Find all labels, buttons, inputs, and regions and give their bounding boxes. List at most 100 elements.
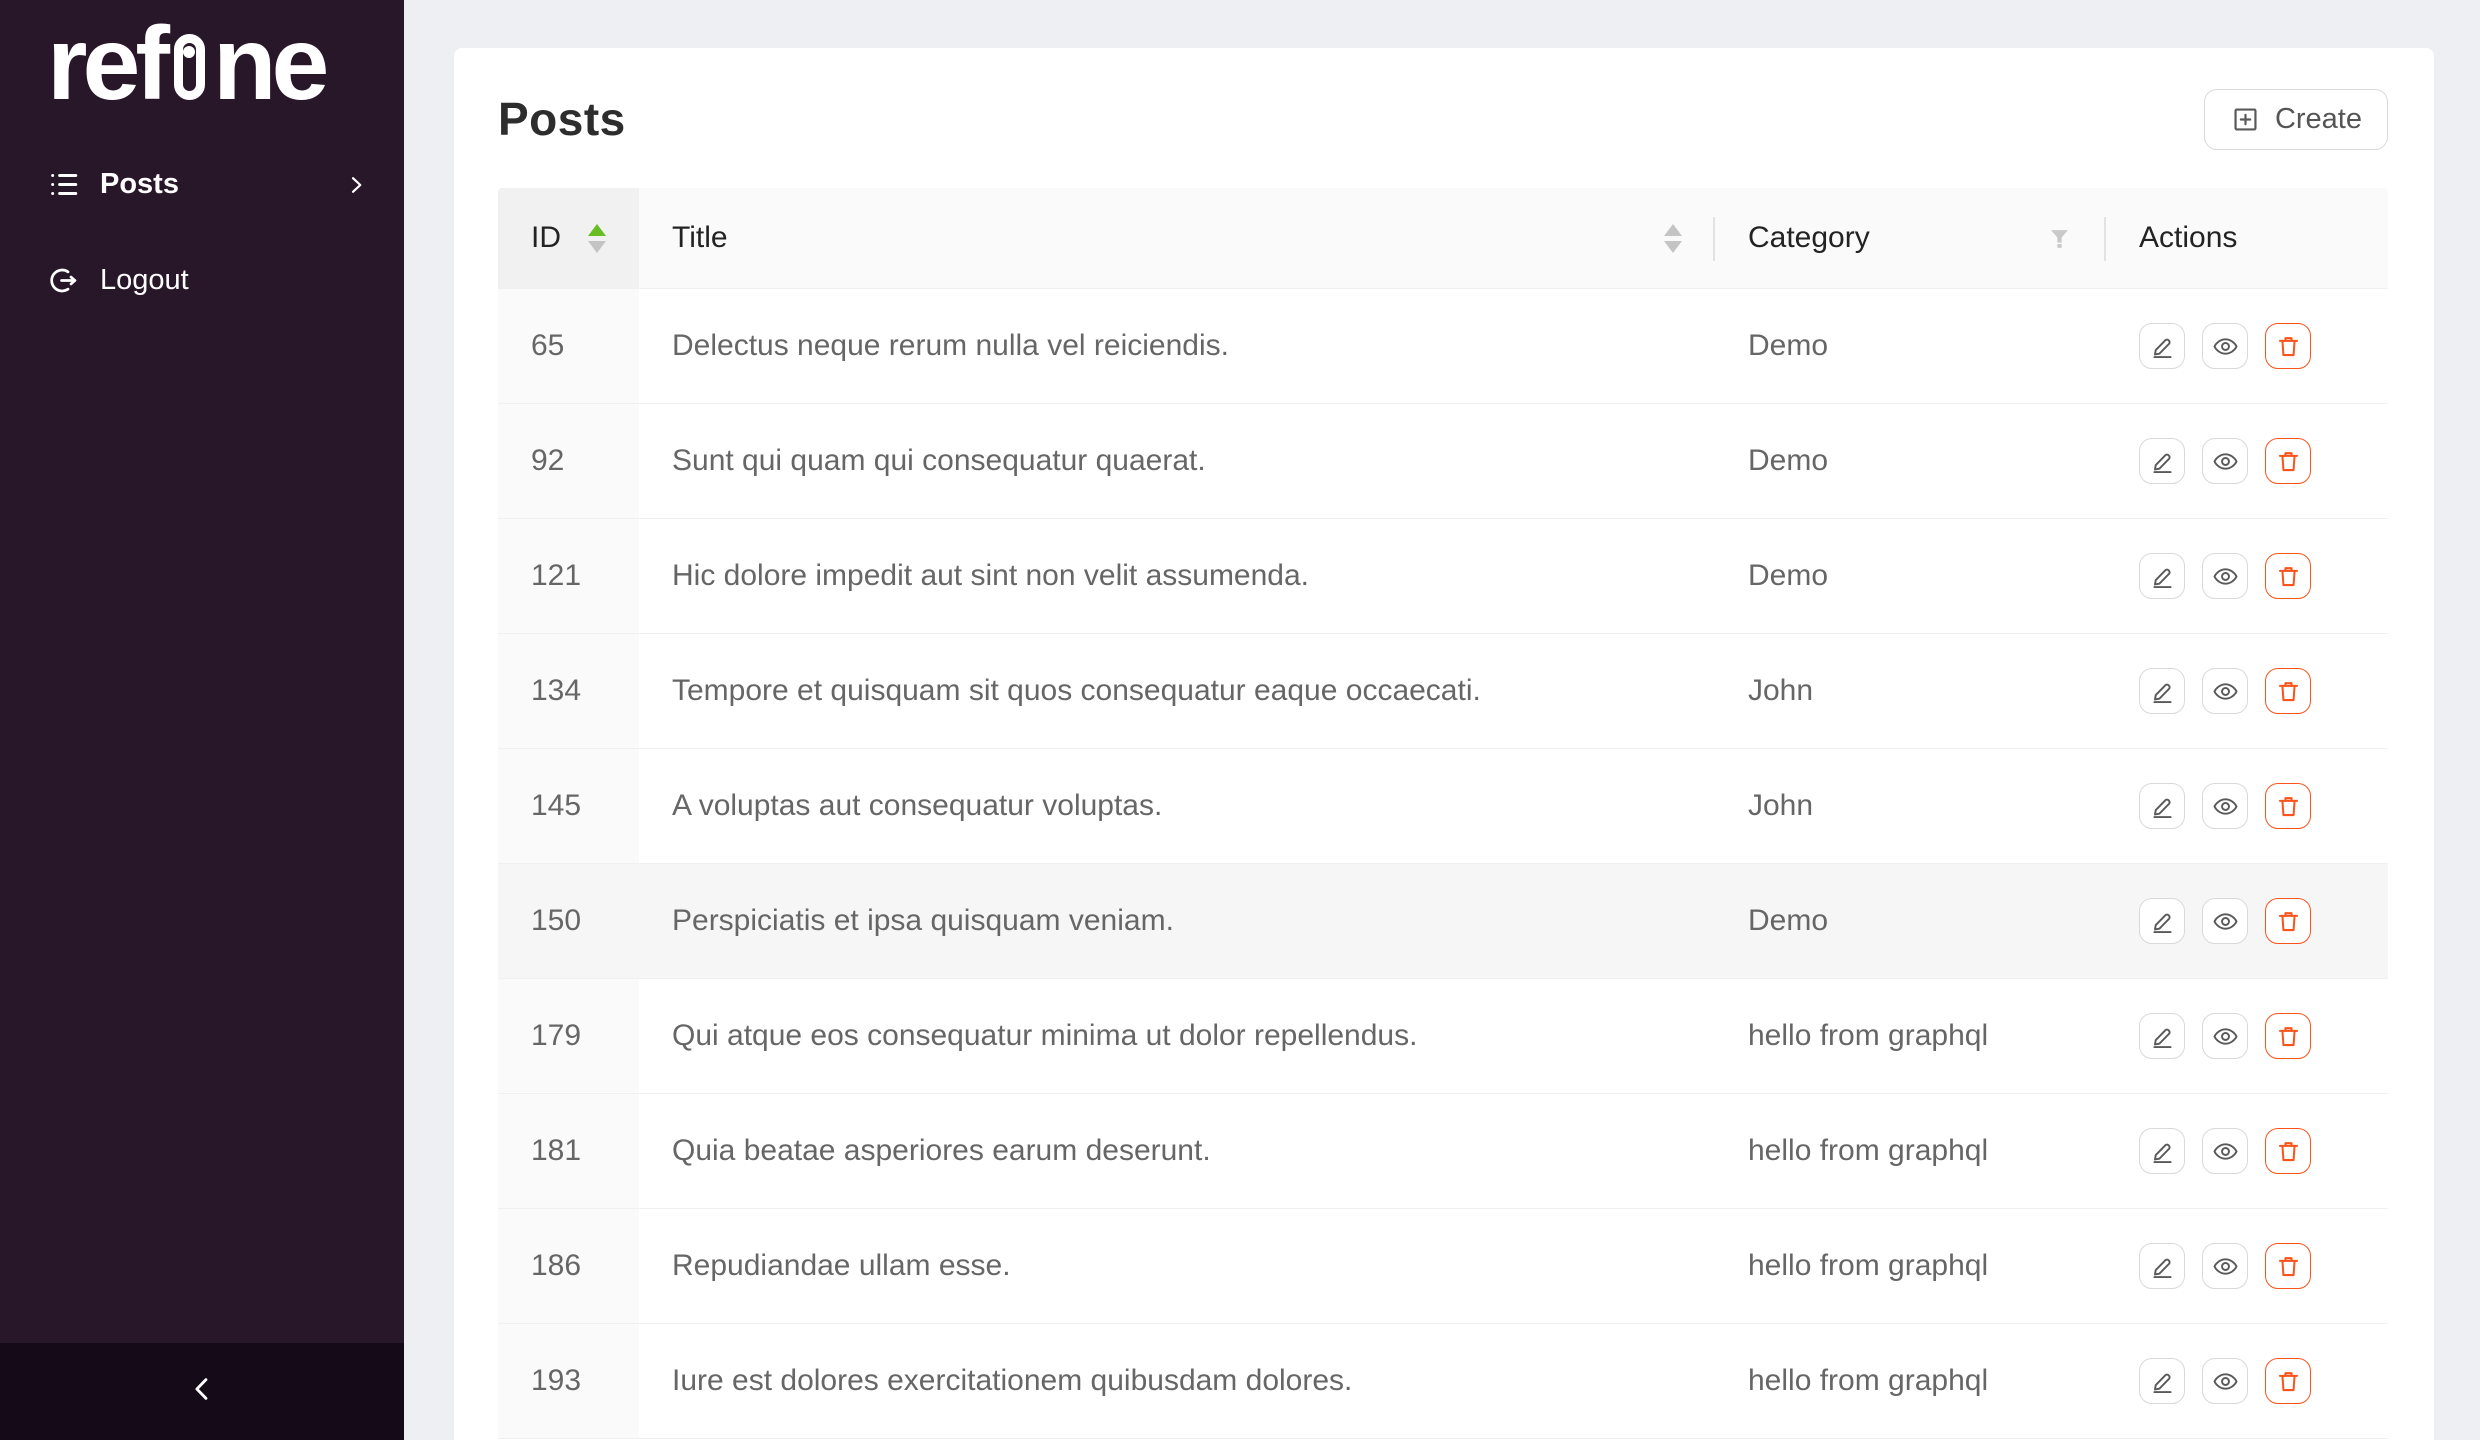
cell-category: hello from graphql xyxy=(1748,1134,1989,1167)
edit-button[interactable] xyxy=(2139,1128,2185,1174)
trash-icon xyxy=(2275,678,2302,705)
sidebar-item-logout[interactable]: Logout xyxy=(0,240,404,320)
edit-pencil-icon xyxy=(2149,908,2176,935)
cell-category: hello from graphql xyxy=(1748,1364,1989,1397)
edit-pencil-icon xyxy=(2149,1138,2176,1165)
edit-button[interactable] xyxy=(2139,1358,2185,1404)
main-content: Posts Create ID Title Category Actions 6… xyxy=(404,0,2480,1440)
cell-title: Tempore et quisquam sit quos consequatur… xyxy=(672,674,1481,707)
column-header-title[interactable]: Title xyxy=(639,188,1715,288)
edit-pencil-icon xyxy=(2149,1023,2176,1050)
trash-icon xyxy=(2275,1368,2302,1395)
table-row[interactable]: 179 Qui atque eos consequatur minima ut … xyxy=(498,979,2388,1094)
cell-title: Delectus neque rerum nulla vel reiciendi… xyxy=(672,329,1229,362)
column-header-id[interactable]: ID xyxy=(498,188,639,288)
table-row[interactable]: 92 Sunt qui quam qui consequatur quaerat… xyxy=(498,404,2388,519)
cell-title: Perspiciatis et ipsa quisquam veniam. xyxy=(639,864,1715,978)
delete-button[interactable] xyxy=(2265,1128,2311,1174)
delete-button[interactable] xyxy=(2265,668,2311,714)
cell-id: 181 xyxy=(498,1094,639,1208)
show-button[interactable] xyxy=(2202,898,2248,944)
edit-button[interactable] xyxy=(2139,668,2185,714)
cell-id: 150 xyxy=(498,864,639,978)
show-button[interactable] xyxy=(2202,668,2248,714)
table-row[interactable]: 150 Perspiciatis et ipsa quisquam veniam… xyxy=(498,864,2388,979)
cell-actions xyxy=(2106,979,2388,1093)
edit-pencil-icon xyxy=(2149,793,2176,820)
create-button[interactable]: Create xyxy=(2203,88,2388,150)
delete-button[interactable] xyxy=(2265,1013,2311,1059)
table-row[interactable]: 65 Delectus neque rerum nulla vel reicie… xyxy=(498,289,2388,404)
edit-pencil-icon xyxy=(2149,1253,2176,1280)
show-button[interactable] xyxy=(2202,1243,2248,1289)
sidebar-item-label: Posts xyxy=(100,167,179,200)
edit-button[interactable] xyxy=(2139,1243,2185,1289)
cell-actions xyxy=(2106,289,2388,403)
edit-pencil-icon xyxy=(2149,1368,2176,1395)
sidebar-item-posts[interactable]: Posts xyxy=(0,144,404,224)
column-header-actions: Actions xyxy=(2106,188,2388,288)
edit-button[interactable] xyxy=(2139,1013,2185,1059)
delete-button[interactable] xyxy=(2265,323,2311,369)
table-row[interactable]: 186 Repudiandae ullam esse. hello from g… xyxy=(498,1209,2388,1324)
show-button[interactable] xyxy=(2202,553,2248,599)
show-button[interactable] xyxy=(2202,1128,2248,1174)
show-button[interactable] xyxy=(2202,323,2248,369)
cell-title: A voluptas aut consequatur voluptas. xyxy=(672,789,1163,822)
show-button[interactable] xyxy=(2202,438,2248,484)
cell-id: 121 xyxy=(498,519,639,633)
trash-icon xyxy=(2275,333,2302,360)
column-header-category: Category xyxy=(1715,188,2106,288)
delete-button[interactable] xyxy=(2265,783,2311,829)
table-row[interactable]: 121 Hic dolore impedit aut sint non veli… xyxy=(498,519,2388,634)
table-row[interactable]: 181 Quia beatae asperiores earum deserun… xyxy=(498,1094,2388,1209)
table-row[interactable]: 134 Tempore et quisquam sit quos consequ… xyxy=(498,634,2388,749)
cell-actions xyxy=(2106,404,2388,518)
delete-button[interactable] xyxy=(2265,553,2311,599)
delete-button[interactable] xyxy=(2265,898,2311,944)
logout-icon xyxy=(48,265,79,296)
sort-icon xyxy=(588,223,606,253)
table-header-row: ID Title Category Actions xyxy=(498,188,2388,289)
trash-icon xyxy=(2275,908,2302,935)
eye-icon xyxy=(2212,563,2239,590)
eye-icon xyxy=(2212,1368,2239,1395)
trash-icon xyxy=(2275,1023,2302,1050)
cell-id: 145 xyxy=(498,749,639,863)
edit-button[interactable] xyxy=(2139,783,2185,829)
trash-icon xyxy=(2275,1253,2302,1280)
cell-category: Demo xyxy=(1748,444,1829,477)
cell-actions xyxy=(2106,1209,2388,1323)
edit-button[interactable] xyxy=(2139,323,2185,369)
cell-title: Hic dolore impedit aut sint non velit as… xyxy=(672,559,1310,592)
edit-pencil-icon xyxy=(2149,678,2176,705)
logo-text-left: ref xyxy=(47,6,170,122)
delete-button[interactable] xyxy=(2265,438,2311,484)
cell-actions xyxy=(2106,634,2388,748)
filter-icon[interactable] xyxy=(2046,225,2073,252)
chevron-right-icon[interactable] xyxy=(344,172,368,196)
show-button[interactable] xyxy=(2202,1013,2248,1059)
posts-list-card: Posts Create ID Title Category Actions 6… xyxy=(454,48,2434,1440)
sidebar: ref ne Posts Logout xyxy=(0,0,404,1440)
delete-button[interactable] xyxy=(2265,1358,2311,1404)
edit-button[interactable] xyxy=(2139,553,2185,599)
cell-title: Repudiandae ullam esse. xyxy=(672,1249,1011,1282)
cell-id: 92 xyxy=(498,404,639,518)
cell-category: John xyxy=(1748,674,1814,707)
delete-button[interactable] xyxy=(2265,1243,2311,1289)
cell-category: Demo xyxy=(1748,329,1829,362)
show-button[interactable] xyxy=(2202,783,2248,829)
eye-icon xyxy=(2212,908,2239,935)
edit-button[interactable] xyxy=(2139,438,2185,484)
edit-pencil-icon xyxy=(2149,563,2176,590)
logo-i-pill xyxy=(173,34,205,100)
show-button[interactable] xyxy=(2202,1358,2248,1404)
edit-button[interactable] xyxy=(2139,898,2185,944)
page-header: Posts Create xyxy=(498,88,2388,150)
eye-icon xyxy=(2212,1138,2239,1165)
table-row[interactable]: 145 A voluptas aut consequatur voluptas.… xyxy=(498,749,2388,864)
table-row[interactable]: 193 Iure est dolores exercitationem quib… xyxy=(498,1324,2388,1439)
sidebar-collapse-trigger[interactable] xyxy=(0,1343,404,1440)
eye-icon xyxy=(2212,333,2239,360)
